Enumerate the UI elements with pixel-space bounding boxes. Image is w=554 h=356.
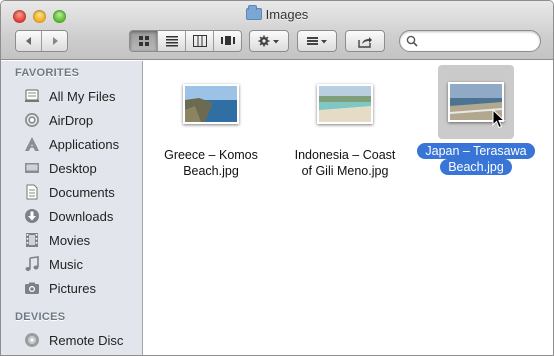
sidebar-section-devices: DEVICES	[15, 311, 66, 323]
sidebar-item-label: Applications	[49, 136, 120, 152]
file-item-japan[interactable]: Japan – Terasawa Beach.jpg	[406, 65, 546, 175]
chevron-left-icon	[25, 37, 31, 45]
toolbar: Images	[1, 1, 553, 60]
folder-icon	[245, 5, 262, 20]
sidebar-item-label: All My Files	[49, 88, 116, 104]
file-thumbnail	[317, 84, 373, 124]
share-icon	[358, 36, 372, 48]
sidebar-item-music[interactable]: Music	[1, 252, 142, 276]
search-field[interactable]	[399, 30, 541, 52]
sidebar-item-label: Downloads	[49, 208, 114, 224]
sidebar-item-label: Documents	[49, 184, 115, 200]
back-forward-control	[15, 30, 68, 52]
downloads-icon	[23, 207, 41, 225]
remote-disc-icon	[23, 331, 41, 349]
gear-icon	[258, 35, 279, 47]
sidebar-item-desktop[interactable]: Desktop	[1, 156, 142, 180]
search-icon	[406, 35, 418, 47]
all-files-icon	[23, 87, 41, 105]
sidebar-item-movies[interactable]: Movies	[1, 228, 142, 252]
file-thumbnail-wrapper	[310, 69, 380, 139]
column-view-button[interactable]	[186, 31, 214, 51]
sidebar-section-favorites: FAVORITES	[15, 67, 80, 79]
sidebar: FAVORITES All My Files AirDrop Applicati…	[1, 61, 143, 355]
window-title-text: Images	[265, 7, 309, 22]
icon-view-button[interactable]	[130, 31, 158, 51]
file-icon-grid: Greece – Komos Beach.jpg Indonesia – Coas…	[144, 61, 553, 355]
cover-flow-view-icon	[220, 36, 235, 45]
column-view-icon	[192, 35, 207, 47]
finder-window: Images FAVORITES All My Files AirDrop Ap…	[0, 0, 554, 356]
cover-flow-view-button[interactable]	[214, 31, 241, 51]
music-icon	[23, 255, 41, 273]
file-name: Indonesia – Coast of Gili Meno.jpg	[294, 148, 396, 178]
airdrop-icon	[23, 111, 41, 129]
share-button[interactable]	[345, 30, 385, 52]
search-input[interactable]	[422, 34, 532, 48]
sidebar-item-label: Music	[49, 256, 83, 272]
sidebar-item-applications[interactable]: Applications	[1, 132, 142, 156]
view-mode-control	[129, 30, 242, 52]
sidebar-item-label: AirDrop	[49, 112, 94, 128]
arrange-menu-button[interactable]	[297, 30, 337, 52]
action-menu-button[interactable]	[249, 30, 289, 52]
sidebar-item-documents[interactable]: Documents	[1, 180, 142, 204]
list-view-button[interactable]	[158, 31, 186, 51]
file-name: Greece – Komos Beach.jpg	[164, 148, 258, 178]
documents-icon	[23, 183, 41, 201]
sidebar-item-pictures[interactable]: Pictures	[1, 276, 142, 300]
sidebar-item-all-my-files[interactable]: All My Files	[1, 84, 142, 108]
file-item-greece[interactable]: Greece – Komos Beach.jpg	[146, 69, 276, 179]
file-item-indonesia[interactable]: Indonesia – Coast of Gili Meno.jpg	[280, 69, 410, 179]
pictures-icon	[23, 279, 41, 297]
file-name-selected: Japan – Terasawa Beach.jpg	[406, 143, 546, 175]
sidebar-item-label: Desktop	[49, 160, 97, 176]
file-thumbnail-wrapper	[176, 69, 246, 139]
chevron-right-icon	[52, 37, 58, 45]
sidebar-item-label: Remote Disc	[49, 332, 124, 348]
applications-icon	[23, 135, 41, 153]
sidebar-item-airdrop[interactable]: AirDrop	[1, 108, 142, 132]
window-title: Images	[1, 5, 553, 22]
beach-photo-thumbnail	[319, 86, 371, 122]
back-button[interactable]	[16, 31, 42, 51]
icon-view-icon	[138, 36, 149, 46]
movies-icon	[23, 231, 41, 249]
arrange-grid-icon	[307, 37, 327, 45]
sidebar-item-downloads[interactable]: Downloads	[1, 204, 142, 228]
sidebar-item-label: Pictures	[49, 280, 96, 296]
mouse-pointer-icon	[492, 109, 506, 129]
beach-photo-thumbnail	[185, 86, 237, 122]
sidebar-item-remote-disc[interactable]: Remote Disc	[1, 328, 142, 352]
desktop-icon	[23, 159, 41, 177]
forward-button[interactable]	[42, 31, 67, 51]
sidebar-item-label: Movies	[49, 232, 91, 248]
list-view-icon	[165, 36, 178, 47]
file-thumbnail	[183, 84, 239, 124]
